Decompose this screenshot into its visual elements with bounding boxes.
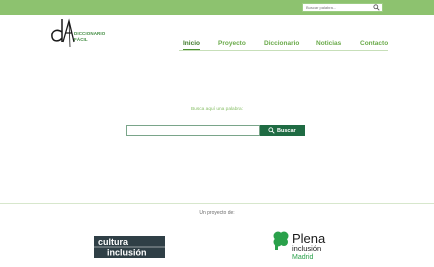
nav-label: Proyecto: [218, 40, 246, 47]
plena-inclusion-madrid-logo[interactable]: Plena inclusión Madrid: [270, 228, 340, 262]
search-hint: Busca aquí una palabra:: [190, 107, 243, 112]
header-search-input[interactable]: [306, 4, 372, 11]
main-search-input[interactable]: [129, 127, 257, 134]
search-button[interactable]: Buscar: [260, 125, 305, 136]
nav-label: Inicio: [183, 40, 200, 47]
search-icon[interactable]: [373, 4, 380, 11]
nav-label: Diccionario: [264, 40, 300, 47]
header-search-box: [302, 3, 383, 12]
partner1-line2: inclusión: [107, 248, 147, 258]
search-button-label: Buscar: [277, 127, 296, 134]
main-search-field: [126, 125, 260, 136]
nav-item-contacto[interactable]: Contacto: [360, 40, 388, 47]
search-icon: [268, 127, 275, 134]
nav-item-noticias[interactable]: Noticias: [316, 40, 341, 47]
partner2-line3: Madrid: [292, 254, 314, 261]
logo-line-1: DICCIONARIO: [74, 31, 106, 36]
footer-divider: [0, 203, 434, 204]
cultura-inclusion-logo[interactable]: cultura inclusión: [94, 236, 165, 258]
clover-icon: [273, 231, 289, 250]
nav-item-proyecto[interactable]: Proyecto: [218, 40, 246, 47]
partner2-line2: inclusión: [292, 244, 321, 253]
logo-line-2: FÁCIL: [74, 36, 88, 42]
footer-byline: Un proyecto de:: [199, 210, 235, 216]
partner1-line1: cultura: [98, 237, 129, 247]
nav-divider: [179, 50, 388, 51]
nav-label: Noticias: [316, 40, 342, 47]
nav-label: Contacto: [360, 40, 389, 47]
nav-item-diccionario[interactable]: Diccionario: [264, 40, 299, 47]
logo-wordmark: DICCIONARIO FÁCIL: [74, 31, 105, 42]
nav-item-inicio[interactable]: Inicio: [183, 40, 200, 50]
top-bar: [0, 0, 434, 15]
